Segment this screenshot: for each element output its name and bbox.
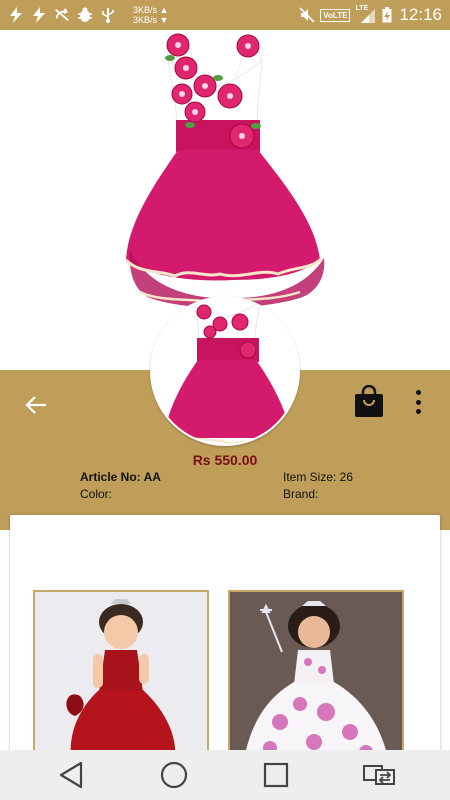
related-product-tile[interactable] [228,590,404,760]
white-gown-model-image [230,592,402,758]
square-recents-icon [264,762,289,788]
back-button[interactable] [22,392,50,418]
switch-apps-icon [362,765,395,785]
red-dress-model-image [35,592,207,758]
system-icons: VoLTE LTE 12:16 [299,5,442,25]
usb-icon [100,7,116,23]
net-down-text: 3KB/s ▼ [133,15,169,25]
lte-label: LTE [355,5,369,12]
flash-icon [8,7,24,23]
more-vertical-icon [415,399,421,405]
color-label: Color: [80,487,113,501]
item-size: Item Size: 26 [283,470,354,484]
network-speed: 3KB/s ▲ 3KB/s ▼ [133,5,168,25]
nav-recents-button[interactable] [256,755,296,795]
related-product-tile[interactable] [33,590,209,760]
more-vertical-icon [415,390,421,395]
nav-back-button[interactable] [51,755,91,795]
bug-icon [77,7,93,23]
product-price: Rs 550.00 [192,452,258,468]
nav-switch-button[interactable] [359,755,399,795]
clock: 12:16 [399,5,442,24]
article-number: Article No: AA [80,470,161,484]
sync-off-icon [54,7,70,23]
product-thumbnail [150,296,300,446]
nav-home-button[interactable] [154,755,194,795]
volte-badge: VoLTE [320,8,351,22]
battery-charging-icon [382,7,392,23]
net-up-text: 3KB/s ▲ [133,5,169,15]
flash-icon [31,7,47,23]
notification-icons: 3KB/s ▲ 3KB/s ▼ [8,5,168,25]
mute-icon [299,7,315,23]
shopping-bag-button[interactable] [354,384,384,417]
triangle-back-icon [60,761,83,789]
dress-thumbnail-illustration [164,300,292,444]
more-vertical-icon [415,409,421,414]
signal-icon: LTE [355,5,377,23]
shopping-bag-icon [355,384,383,417]
more-options-button[interactable] [408,388,428,416]
status-bar: 3KB/s ▲ 3KB/s ▼ VoLTE LTE 12:16 [0,0,450,30]
arrow-left-icon [25,396,46,414]
system-navigation-bar [0,750,450,800]
circle-home-icon [160,761,187,789]
brand-label: Brand: [283,487,319,501]
screen: 3KB/s ▲ 3KB/s ▼ VoLTE LTE 12:16 Rs 550.0… [0,0,450,800]
